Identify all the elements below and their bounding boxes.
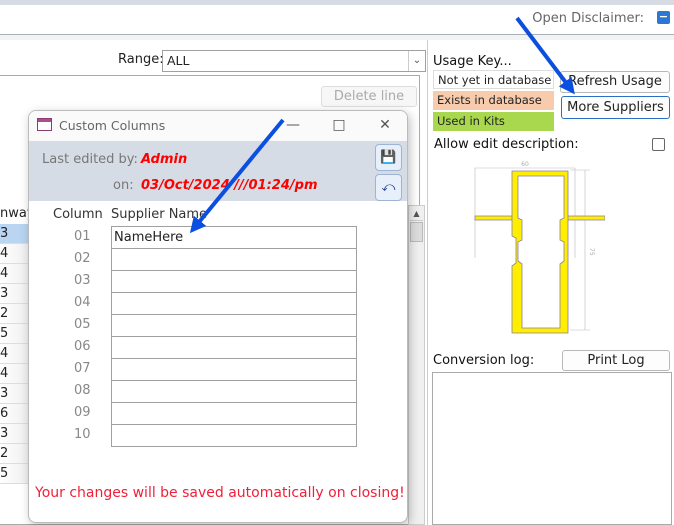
grid-cell[interactable]: 3 [0, 284, 30, 304]
grid-cell[interactable]: 3 [0, 384, 30, 404]
allow-edit-description-checkbox[interactable] [652, 138, 665, 151]
grid-cell[interactable]: 3 [0, 224, 30, 244]
column-number: 02 [74, 251, 91, 266]
grid-cell[interactable]: 5 [0, 324, 30, 344]
minimize-icon[interactable]: — [281, 115, 305, 135]
supplier-name-input[interactable] [111, 402, 357, 425]
supplier-name-input[interactable] [111, 270, 357, 293]
save-icon[interactable]: 💾 [375, 144, 402, 171]
range-label: Range: [118, 52, 164, 67]
range-value: ALL [167, 53, 190, 68]
print-log-button[interactable]: Print Log [562, 350, 670, 371]
autosave-notice: Your changes will be saved automatically… [35, 485, 405, 501]
conversion-log-label: Conversion log: [433, 353, 535, 368]
grid-cell[interactable]: 5 [0, 464, 30, 484]
open-disclaimer-toggle[interactable]: − [657, 11, 670, 24]
column-number: 05 [74, 317, 91, 332]
on-value: 03/Oct/2024 ///01:24/pm [141, 178, 318, 193]
refresh-usage-button[interactable]: Refresh Usage [560, 71, 670, 93]
supplier-name-header: Supplier Name [111, 207, 208, 222]
supplier-name-input[interactable] [111, 358, 357, 381]
width-dimension: 60 [521, 161, 529, 168]
last-edited-label: Last edited by: [42, 152, 138, 167]
grid-column-header: nway [0, 204, 30, 224]
key-exists-in-database: Exists in database [433, 91, 554, 110]
dialog-title-bar[interactable]: Custom Columns — □ ✕ [29, 111, 407, 141]
custom-columns-dialog: Custom Columns — □ ✕ Last edited by: Adm… [28, 110, 408, 523]
grid-cell[interactable]: 3 [0, 424, 30, 444]
grid-cell[interactable]: 4 [0, 364, 30, 384]
key-used-in-kits: Used in Kits [433, 112, 554, 131]
supplier-name-input[interactable] [111, 336, 357, 359]
profile-diagram: 60 75 [474, 161, 605, 334]
column-number: 08 [74, 383, 91, 398]
more-suppliers-button[interactable]: More Suppliers [561, 96, 670, 119]
key-not-in-database: Not yet in database [433, 70, 554, 89]
dialog-title: Custom Columns [59, 118, 166, 133]
column-number: 09 [74, 405, 91, 420]
supplier-name-input[interactable] [111, 424, 357, 447]
conversion-log-box[interactable] [432, 372, 672, 525]
allow-edit-description-label: Allow edit description: [434, 137, 579, 152]
close-icon[interactable]: ✕ [373, 115, 397, 135]
open-disclaimer-label: Open Disclaimer: [532, 11, 644, 26]
last-edited-value: Admin [141, 152, 188, 167]
column-number: 06 [74, 339, 91, 354]
undo-icon[interactable]: ⤺ [375, 174, 402, 201]
delete-line-button[interactable]: Delete line [321, 86, 417, 107]
on-label: on: [113, 178, 134, 193]
supplier-name-input[interactable] [111, 314, 357, 337]
chevron-down-icon[interactable]: ⌄ [408, 51, 425, 71]
grid-cell[interactable]: 2 [0, 444, 30, 464]
maximize-icon[interactable]: □ [327, 115, 351, 135]
supplier-name-input[interactable]: NameHere [111, 226, 357, 249]
supplier-name-input[interactable] [111, 292, 357, 315]
column-number: 04 [74, 295, 91, 310]
height-dimension: 75 [588, 248, 595, 256]
grid-cell[interactable]: 6 [0, 404, 30, 424]
usage-key-title: Usage Key... [433, 54, 512, 69]
column-number: 03 [74, 273, 91, 288]
column-header: Column [53, 207, 103, 222]
vertical-scrollbar[interactable]: ▲ [408, 205, 425, 525]
scroll-thumb[interactable] [410, 222, 423, 242]
column-number: 10 [74, 427, 91, 442]
range-select[interactable]: ALL ⌄ [162, 50, 426, 72]
grid-cell[interactable]: 4 [0, 244, 30, 264]
scroll-up-icon[interactable]: ▲ [410, 207, 423, 221]
form-icon [37, 118, 52, 131]
column-number: 07 [74, 361, 91, 376]
grid-cell[interactable]: 4 [0, 344, 30, 364]
supplier-name-input[interactable] [111, 380, 357, 403]
grid-cell[interactable]: 2 [0, 304, 30, 324]
grid-cell[interactable]: 4 [0, 264, 30, 284]
supplier-name-input[interactable] [111, 248, 357, 271]
column-number: 01 [74, 229, 91, 244]
